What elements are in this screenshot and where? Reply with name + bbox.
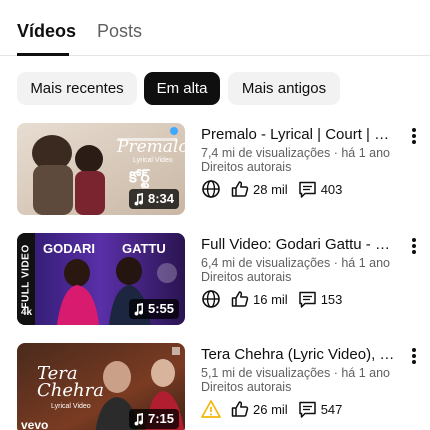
video-license: Direitos autorais xyxy=(201,270,292,284)
video-title[interactable]: Premalo - Lyrical | Court | Priyadarshi xyxy=(201,125,399,145)
thumbnail-subtitle: Lyrical Video xyxy=(133,157,173,164)
video-views: 7,4 mi de visualizações · há 1 ano xyxy=(201,146,390,160)
tab-posts[interactable]: Posts xyxy=(97,20,142,42)
like-count: 26 mil xyxy=(253,401,288,417)
more-options-icon[interactable] xyxy=(405,235,423,257)
video-title[interactable]: Full Video: Godari Gattu - Sankranthiki … xyxy=(201,235,399,255)
duration-text: 5:55 xyxy=(147,301,174,316)
thumbnail-title-right: GATTU xyxy=(122,241,166,256)
comment-count: 403 xyxy=(320,181,343,197)
thumbnail-subtitle: Lyrical Video xyxy=(51,403,91,410)
video-thumbnail[interactable]: Tera Chehra Lyrical Video vevo 7:15 xyxy=(17,343,185,430)
video-thumbnail[interactable]: FULL VIDEO GODARI GATTU 4k 5:55 xyxy=(17,233,185,325)
channel-tabs: Vídeos Posts xyxy=(0,0,430,56)
thumbnail-title-left: GODARI xyxy=(43,241,95,256)
vevo-logo: vevo xyxy=(21,418,49,430)
thumbnail-logo-text: కోర్ట్ xyxy=(129,169,150,186)
video-item[interactable]: Premalo Lyrical Video కోర్ట్ 8:34 Premal… xyxy=(0,123,430,223)
like-icon xyxy=(231,400,249,418)
comment-count: 153 xyxy=(320,291,343,307)
like-icon xyxy=(231,180,249,198)
music-note-icon xyxy=(134,192,143,206)
duration-badge: 5:55 xyxy=(128,299,179,319)
duration-text: 7:15 xyxy=(147,411,174,426)
video-thumbnail[interactable]: Premalo Lyrical Video కోర్ట్ 8:34 xyxy=(17,123,185,215)
like-icon xyxy=(231,290,249,308)
video-views: 6,4 mi de visualizações · há 1 ano xyxy=(201,256,390,270)
duration-text: 8:34 xyxy=(147,191,174,206)
chip-most-recent[interactable]: Mais recentes xyxy=(17,72,137,105)
video-license: Direitos autorais xyxy=(201,160,292,174)
globe-icon xyxy=(201,179,221,199)
like-count: 28 mil xyxy=(253,181,288,197)
video-stats: 28 mil 403 xyxy=(201,178,352,200)
active-tab-indicator xyxy=(17,53,69,56)
chip-popular[interactable]: Em alta xyxy=(144,72,220,105)
thumbnail-title-text: Tera Chehra xyxy=(37,363,104,401)
like-count: 16 mil xyxy=(253,291,288,307)
duration-badge: 7:15 xyxy=(128,409,179,429)
music-note-icon xyxy=(134,412,143,426)
video-title[interactable]: Tera Chehra (Lyric Video), Sanam Teri Ka… xyxy=(201,345,399,365)
video-item[interactable]: Tera Chehra Lyrical Video vevo 7:15 Tera… xyxy=(0,343,430,430)
video-item[interactable]: FULL VIDEO GODARI GATTU 4k 5:55 Full Vid… xyxy=(0,233,430,333)
4k-badge: 4k xyxy=(21,307,33,318)
thumbnail-title-text: Premalo xyxy=(117,137,185,157)
globe-icon xyxy=(201,289,221,309)
comment-count: 547 xyxy=(320,401,343,417)
more-options-icon[interactable] xyxy=(405,125,423,147)
video-stats: 26 mil 547 xyxy=(201,398,352,420)
video-license: Direitos autorais xyxy=(201,380,292,394)
music-note-icon xyxy=(134,302,143,316)
chip-oldest[interactable]: Mais antigos xyxy=(228,72,340,105)
more-options-icon[interactable] xyxy=(405,345,423,367)
video-stats: 16 mil 153 xyxy=(201,288,352,310)
thumbnail-side-text: FULL VIDEO xyxy=(20,244,32,309)
video-views: 5,1 mi de visualizações · há 1 ano xyxy=(201,366,390,380)
comment-icon xyxy=(298,400,317,419)
comment-icon xyxy=(298,180,317,199)
warning-icon xyxy=(201,399,221,419)
tab-videos[interactable]: Vídeos xyxy=(17,20,76,42)
comment-icon xyxy=(298,290,317,309)
duration-badge: 8:34 xyxy=(128,189,179,209)
